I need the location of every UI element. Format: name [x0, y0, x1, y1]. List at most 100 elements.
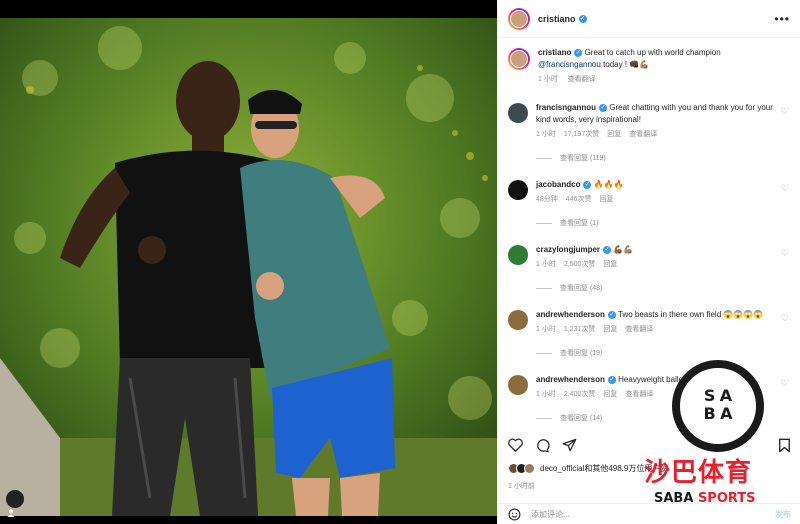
commenter-avatar[interactable]	[508, 375, 528, 395]
comment-row: andrewhenderson ✓ Two beasts in there own…	[508, 309, 791, 336]
post-sidebar: cristiano ✓ ••• cristiano ✓ Great to catch…	[497, 0, 800, 524]
photo-illustration	[0, 18, 497, 516]
comment-reply-link[interactable]: 回复	[603, 391, 617, 398]
add-comment-input[interactable]: 添加评论...	[531, 509, 570, 520]
comment-time: 1 小时	[536, 131, 556, 138]
comment-text: Two beasts in there own field 😱😱😱😱	[617, 310, 764, 319]
caption-time: 1 小时	[538, 76, 558, 83]
comment-time: 1 小时	[536, 261, 556, 268]
comment-text: 💪🏾💪🏽	[613, 245, 634, 254]
user-icon	[7, 509, 15, 517]
comment-item: andrewhenderson ✓ Heavyweight baller 1 小时…	[508, 374, 791, 423]
comment-text: 🔥🔥🔥	[593, 180, 624, 189]
caption-tail: today ! 👊🏿💪🏽	[603, 60, 650, 69]
comment-translate-link[interactable]: 查看翻译	[625, 326, 653, 333]
comment-row: crazylongjumper ✓ 💪🏾💪🏽 1 小时 2,500次赞 回复 ♡	[508, 244, 791, 271]
comment-reply-link[interactable]: 回复	[603, 326, 617, 333]
caption-username[interactable]: cristiano	[538, 48, 571, 57]
commenter-username[interactable]: jacobandco	[536, 180, 580, 189]
likes-summary[interactable]: deco_official和其他498.9万位用户赞	[508, 463, 668, 474]
comment-likes[interactable]: 17,197次赞	[564, 131, 599, 138]
post-header: cristiano ✓ •••	[498, 0, 800, 38]
comment-like-heart-icon[interactable]: ♡	[781, 183, 789, 194]
commenter-username[interactable]: crazylongjumper	[536, 245, 600, 254]
heart-icon[interactable]	[508, 438, 523, 452]
post-caption: cristiano ✓ Great to catch up with world …	[508, 47, 791, 86]
comment-body: andrewhenderson ✓ Heavyweight baller 1 小时…	[536, 374, 791, 401]
view-replies-link[interactable]: 查看回复 (48)	[536, 283, 791, 293]
comment-reply-link[interactable]: 回复	[599, 196, 613, 203]
caption-body: cristiano ✓ Great to catch up with world …	[538, 47, 791, 86]
commenter-avatar[interactable]	[508, 180, 528, 200]
liker-avatars	[508, 463, 535, 474]
post-comment-button[interactable]: 发布	[775, 509, 791, 520]
view-replies-link[interactable]: 查看回复 (19)	[536, 348, 791, 358]
caption-text: Great to catch up with world champion	[584, 48, 721, 57]
comment-item: francisngannou ✓ Great chatting with you …	[508, 102, 791, 163]
comment-body: crazylongjumper ✓ 💪🏾💪🏽 1 小时 2,500次赞 回复	[536, 244, 791, 271]
more-options-icon[interactable]: •••	[774, 12, 790, 26]
commenter-username[interactable]: francisngannou	[536, 103, 596, 112]
comment-like-heart-icon[interactable]: ♡	[781, 106, 789, 117]
caption-mention-link[interactable]: @francisngannou	[538, 60, 601, 69]
comment-meta: 1 小时 17,197次赞 回复 查看翻译	[536, 129, 773, 141]
comment-time: 48分钟	[536, 196, 558, 203]
post-photo[interactable]	[0, 0, 497, 524]
commenter-avatar[interactable]	[508, 310, 528, 330]
caption-meta: 1 小时 查看翻译	[538, 74, 773, 86]
photo-top-bar	[0, 0, 497, 18]
author-avatar[interactable]	[508, 7, 530, 30]
comment-like-heart-icon[interactable]: ♡	[781, 378, 789, 389]
verified-badge-icon: ✓	[599, 103, 608, 112]
comment-like-heart-icon[interactable]: ♡	[781, 248, 789, 259]
post-timestamp: 1 小时前	[508, 483, 535, 490]
bookmark-icon[interactable]	[778, 438, 791, 453]
add-comment-bar: 添加评论... 发布	[498, 503, 800, 524]
commenter-username[interactable]: andrewhenderson	[536, 375, 605, 384]
caption-avatar[interactable]	[508, 48, 530, 70]
tagged-users-button[interactable]	[6, 490, 24, 517]
verified-badge-icon: ✓	[607, 375, 616, 384]
commenter-avatar[interactable]	[508, 103, 528, 123]
comment-likes[interactable]: 1,231次赞	[564, 326, 596, 333]
comment-like-heart-icon[interactable]: ♡	[781, 313, 789, 324]
comment-body: jacobandco ✓ 🔥🔥🔥 48分钟 446次赞 回复	[536, 179, 791, 206]
comment-icon[interactable]	[535, 438, 550, 453]
comment-body: francisngannou ✓ Great chatting with you …	[536, 102, 791, 141]
author-username[interactable]: cristiano ✓	[538, 14, 587, 24]
comment-meta: 1 小时 1,231次赞 回复 查看翻译	[536, 324, 773, 336]
emoji-icon[interactable]	[508, 508, 521, 521]
comment-translate-link[interactable]: 查看翻译	[629, 131, 657, 138]
verified-badge-icon: ✓	[607, 310, 616, 319]
commenter-avatar[interactable]	[508, 245, 528, 265]
verified-badge-icon: ✓	[603, 245, 612, 254]
comment-likes[interactable]: 446次赞	[566, 196, 592, 203]
comment-item: crazylongjumper ✓ 💪🏾💪🏽 1 小时 2,500次赞 回复 ♡ 查看…	[508, 244, 791, 293]
comment-translate-link[interactable]: 查看翻译	[625, 391, 653, 398]
commenter-username[interactable]: andrewhenderson	[536, 310, 605, 319]
view-replies-link[interactable]: 查看回复 (1)	[536, 218, 791, 228]
photo-bottom-bar	[0, 516, 497, 524]
view-replies-link[interactable]: 查看回复 (119)	[536, 153, 791, 163]
comment-reply-link[interactable]: 回复	[607, 131, 621, 138]
comment-row: jacobandco ✓ 🔥🔥🔥 48分钟 446次赞 回复 ♡	[508, 179, 791, 206]
comment-reply-link[interactable]: 回复	[603, 261, 617, 268]
comment-meta: 48分钟 446次赞 回复	[536, 194, 773, 206]
send-icon[interactable]	[562, 438, 577, 452]
comment-text: Heavyweight baller	[618, 375, 686, 384]
comment-likes[interactable]: 2,500次赞	[564, 261, 596, 268]
comment-row: francisngannou ✓ Great chatting with you …	[508, 102, 791, 141]
caption-translate-link[interactable]: 查看翻译	[568, 76, 596, 83]
comment-row: andrewhenderson ✓ Heavyweight baller 1 小时…	[508, 374, 791, 401]
verified-badge-icon: ✓	[583, 180, 592, 189]
comment-item: jacobandco ✓ 🔥🔥🔥 48分钟 446次赞 回复 ♡ 查看回复 (1)	[508, 179, 791, 228]
verified-badge-icon: ✓	[578, 15, 587, 24]
comment-likes[interactable]: 2,400次赞	[564, 391, 596, 398]
comment-item: andrewhenderson ✓ Two beasts in there own…	[508, 309, 791, 358]
comment-meta: 1 小时 2,500次赞 回复	[536, 259, 773, 271]
comment-time: 1 小时	[536, 326, 556, 333]
comments-list[interactable]: cristiano ✓ Great to catch up with world …	[498, 39, 800, 429]
verified-badge-icon: ✓	[574, 48, 583, 57]
comment-body: andrewhenderson ✓ Two beasts in there own…	[536, 309, 791, 336]
view-replies-link[interactable]: 查看回复 (14)	[536, 413, 791, 423]
